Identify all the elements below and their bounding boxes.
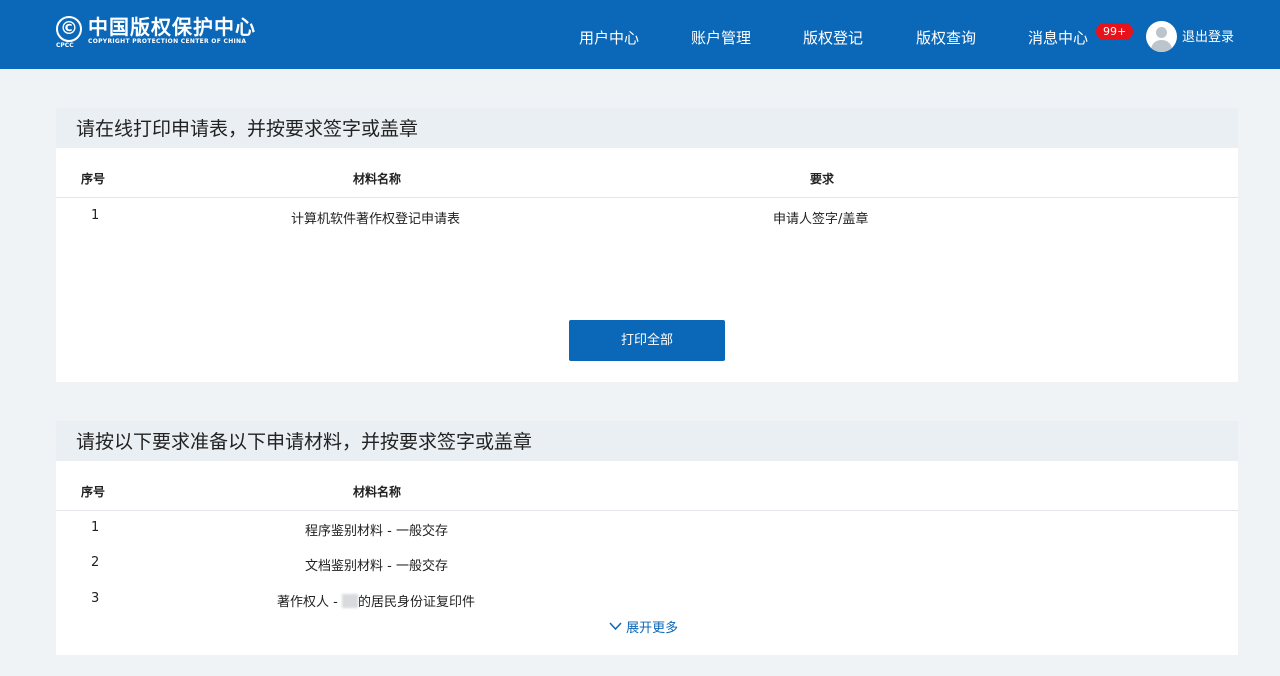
material-name: 计算机软件著作权登记申请表 bbox=[291, 212, 461, 227]
row-number: 2 bbox=[91, 555, 100, 570]
copyright-icon: © bbox=[56, 16, 82, 42]
nav-copyright-query[interactable]: 版权查询 bbox=[916, 0, 976, 69]
avatar-body-shape bbox=[1151, 40, 1172, 52]
material-name: 文档鉴别材料 - 一般交存 bbox=[305, 559, 448, 574]
material-name-prefix: 著作权人 - bbox=[277, 595, 342, 610]
column-header-requirement: 要求 bbox=[810, 172, 835, 186]
logo-title: 中国版权保护中心 bbox=[88, 15, 256, 39]
prepare-materials-panel: 请按以下要求准备以下申请材料，并按要求签字或盖章 序号 材料名称 1 程序鉴别材… bbox=[56, 421, 1238, 655]
row-number: 3 bbox=[91, 591, 100, 606]
expand-more-label: 展开更多 bbox=[626, 621, 679, 636]
top-navigation-bar: © 中国版权保护中心 COPYRIGHT PROTECTION CENTER O… bbox=[0, 0, 1280, 69]
chevron-down-icon bbox=[609, 622, 622, 631]
logout-link[interactable]: 退出登录 bbox=[1182, 0, 1234, 76]
row-number: 1 bbox=[91, 208, 100, 223]
redacted-name bbox=[341, 594, 358, 608]
column-header-material: 材料名称 bbox=[353, 485, 402, 499]
header-divider bbox=[56, 197, 1238, 198]
message-count-badge: 99+ bbox=[1096, 23, 1134, 40]
user-avatar[interactable] bbox=[1146, 21, 1177, 52]
nav-message-center[interactable]: 消息中心 bbox=[1028, 0, 1088, 69]
expand-more-link[interactable]: 展开更多 bbox=[609, 617, 678, 636]
header-divider bbox=[56, 510, 1238, 511]
print-all-button[interactable]: 打印全部 bbox=[569, 320, 725, 361]
nav-copyright-registration[interactable]: 版权登记 bbox=[803, 0, 863, 69]
nav-account-management[interactable]: 账户管理 bbox=[691, 0, 751, 69]
avatar-head-shape bbox=[1156, 27, 1167, 38]
print-application-panel: 请在线打印申请表，并按要求签字或盖章 序号 材料名称 要求 1 计算机软件著作权… bbox=[56, 108, 1238, 382]
column-header-number: 序号 bbox=[81, 172, 106, 186]
material-name: 著作权人 - 的居民身份证复印件 bbox=[277, 591, 475, 610]
row-number: 1 bbox=[91, 520, 100, 535]
site-logo[interactable]: © 中国版权保护中心 COPYRIGHT PROTECTION CENTER O… bbox=[56, 15, 256, 49]
column-header-material: 材料名称 bbox=[353, 172, 402, 186]
requirement-text: 申请人签字/盖章 bbox=[773, 212, 869, 227]
material-name-suffix: 的居民身份证复印件 bbox=[357, 595, 475, 610]
logo-abbreviation: CPCC bbox=[56, 42, 74, 49]
section-title: 请在线打印申请表，并按要求签字或盖章 bbox=[56, 108, 1238, 148]
column-header-number: 序号 bbox=[81, 485, 106, 499]
nav-user-center[interactable]: 用户中心 bbox=[579, 0, 639, 69]
section-title: 请按以下要求准备以下申请材料，并按要求签字或盖章 bbox=[56, 421, 1238, 461]
logo-subtitle: COPYRIGHT PROTECTION CENTER OF CHINA bbox=[88, 38, 247, 45]
material-name: 程序鉴别材料 - 一般交存 bbox=[305, 524, 448, 539]
